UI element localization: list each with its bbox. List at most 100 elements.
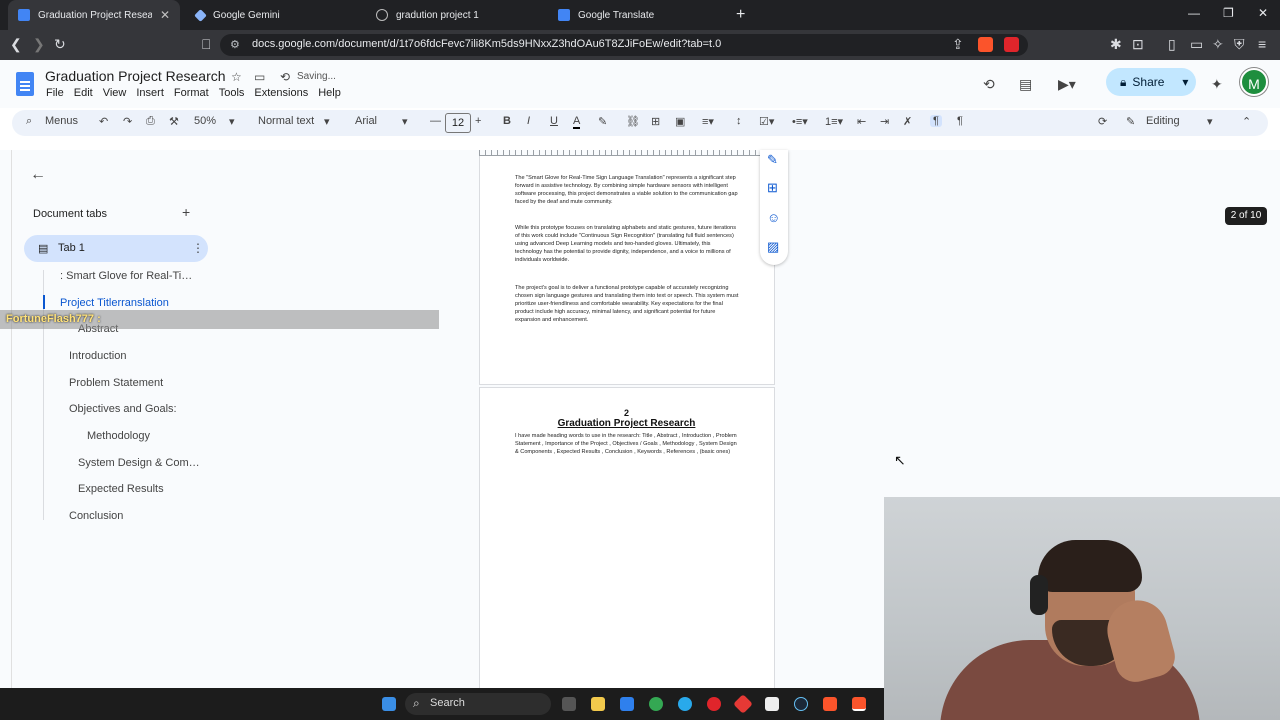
mode-select[interactable]: Editing bbox=[1146, 115, 1180, 127]
increase-font-icon[interactable]: + bbox=[475, 115, 481, 127]
chrome-icon[interactable] bbox=[649, 697, 663, 711]
move-folder-icon[interactable]: ▭ bbox=[254, 70, 265, 84]
highlight-icon[interactable]: ✎ bbox=[598, 115, 607, 128]
close-tab-icon[interactable]: ✕ bbox=[160, 8, 170, 22]
comments-icon[interactable]: ▤ bbox=[1019, 76, 1032, 93]
ltr-icon[interactable]: ¶ bbox=[930, 115, 942, 127]
emoji-reaction-icon[interactable]: ☺ bbox=[767, 210, 780, 225]
zoom-select[interactable]: 50% bbox=[194, 115, 216, 127]
menus-search[interactable]: Menus bbox=[45, 115, 78, 127]
outline-item[interactable]: Problem Statement bbox=[69, 377, 163, 389]
menu-extensions[interactable]: Extensions bbox=[254, 87, 308, 99]
menu-file[interactable]: File bbox=[46, 87, 64, 99]
document-title[interactable]: Graduation Project Research bbox=[45, 68, 226, 84]
forward-icon[interactable]: ❯ bbox=[33, 36, 45, 53]
outline-item[interactable]: Introduction bbox=[69, 350, 126, 362]
style-select[interactable]: Normal text bbox=[258, 115, 314, 127]
outline-item[interactable]: Conclusion bbox=[69, 510, 123, 522]
url-field[interactable]: ⚙ docs.google.com/document/d/1t7o6fdcFev… bbox=[220, 34, 1028, 56]
browser-tab-gemini[interactable]: Google Gemini bbox=[186, 0, 366, 30]
browser-tab-docs[interactable]: Graduation Project Research - Goo… ✕ bbox=[8, 0, 180, 30]
browser-menu-icon[interactable]: ≡ bbox=[1258, 36, 1266, 52]
version-history-icon[interactable]: ⟲ bbox=[983, 76, 995, 93]
align-icon[interactable]: ≡▾ bbox=[702, 115, 714, 128]
outlook-icon[interactable] bbox=[620, 697, 634, 711]
meet-icon[interactable]: ▶▾ bbox=[1058, 76, 1076, 93]
taskbar-search[interactable]: ⌕ Search bbox=[405, 693, 551, 715]
browser-tab-translate[interactable]: Google Translate bbox=[548, 0, 728, 30]
opera-icon[interactable] bbox=[707, 697, 721, 711]
bullet-list-icon[interactable]: •≡▾ bbox=[792, 115, 808, 128]
decrease-font-icon[interactable]: — bbox=[430, 115, 441, 127]
search-icon[interactable]: ⌕ bbox=[26, 115, 32, 128]
docs-logo-icon[interactable] bbox=[16, 72, 34, 96]
collapse-menu-icon[interactable]: ⌃ bbox=[1242, 115, 1251, 128]
paint-format-icon[interactable]: ⚒ bbox=[169, 115, 179, 128]
text-color-icon[interactable]: A bbox=[573, 115, 581, 129]
doc-tab-1[interactable]: ▤ Tab 1 ⋮ bbox=[24, 235, 208, 262]
chevron-down-icon[interactable]: ▾ bbox=[1182, 75, 1188, 89]
italic-icon[interactable]: I bbox=[527, 115, 530, 127]
avatar[interactable]: M bbox=[1240, 68, 1268, 96]
reload-icon[interactable]: ↻ bbox=[54, 36, 66, 53]
minimize-icon[interactable]: — bbox=[1188, 6, 1200, 20]
brave-shield-icon[interactable] bbox=[978, 37, 993, 52]
font-select[interactable]: Arial bbox=[355, 115, 377, 127]
spellcheck-icon[interactable]: ⟳ bbox=[1098, 115, 1107, 128]
increase-indent-icon[interactable]: ⇥ bbox=[880, 115, 889, 128]
file-explorer-icon[interactable] bbox=[591, 697, 605, 711]
menu-format[interactable]: Format bbox=[174, 87, 209, 99]
menu-help[interactable]: Help bbox=[318, 87, 341, 99]
restore-icon[interactable]: ❐ bbox=[1223, 6, 1234, 20]
image-icon[interactable]: ▣ bbox=[675, 115, 685, 128]
bookmark-icon[interactable]: ⎕ bbox=[202, 36, 210, 53]
menu-tools[interactable]: Tools bbox=[219, 87, 245, 99]
edit-icon[interactable]: ✎ bbox=[767, 152, 778, 168]
wallet-icon[interactable]: ▭ bbox=[1190, 36, 1203, 53]
star-icon[interactable]: ☆ bbox=[231, 70, 242, 84]
line-spacing-icon[interactable]: ↕ bbox=[736, 115, 742, 127]
anydesk-icon[interactable] bbox=[733, 694, 753, 714]
brave-rewards-icon[interactable] bbox=[1004, 37, 1019, 52]
more-options-icon[interactable]: ⋮ bbox=[192, 241, 204, 255]
share-page-icon[interactable]: ⇪ bbox=[952, 36, 964, 53]
link-icon[interactable]: ⛓ bbox=[626, 115, 640, 128]
new-tab-button[interactable]: + bbox=[736, 6, 745, 24]
outline-item[interactable]: Objectives and Goals: bbox=[69, 403, 177, 415]
document-page-1[interactable]: The "Smart Glove for Real-Time Sign Lang… bbox=[479, 156, 775, 385]
menu-edit[interactable]: Edit bbox=[74, 87, 93, 99]
decrease-indent-icon[interactable]: ⇤ bbox=[857, 115, 866, 128]
suggest-edits-icon[interactable]: ▨ bbox=[767, 239, 779, 255]
share-button[interactable]: 🔒︎ Share ▾ bbox=[1106, 68, 1196, 96]
site-info-icon[interactable]: ⚙ bbox=[230, 38, 240, 51]
document-page-2[interactable]: 2 Graduation Project Research I have mad… bbox=[479, 387, 775, 707]
outline-item[interactable]: Expected Results bbox=[78, 483, 164, 495]
task-view-icon[interactable] bbox=[562, 697, 576, 711]
font-size-input[interactable]: 12 bbox=[445, 113, 471, 133]
windows-start-icon[interactable] bbox=[382, 697, 396, 711]
back-arrow-icon[interactable]: ← bbox=[30, 166, 46, 184]
screenshot-icon[interactable]: ⊡ bbox=[1132, 36, 1144, 53]
gemini-icon[interactable]: ✦ bbox=[1211, 76, 1223, 93]
numbered-list-icon[interactable]: 1≡▾ bbox=[825, 115, 843, 128]
bold-icon[interactable]: B bbox=[503, 115, 511, 127]
sidebar-icon[interactable]: ▯ bbox=[1168, 36, 1176, 53]
leo-icon[interactable]: ✧ bbox=[1212, 36, 1224, 53]
print-icon[interactable]: ⎙ bbox=[146, 115, 155, 128]
checklist-icon[interactable]: ☑▾ bbox=[759, 115, 774, 128]
add-comment-icon[interactable]: ⊞ bbox=[767, 180, 778, 196]
rtl-icon[interactable]: ¶ bbox=[957, 115, 963, 127]
underline-icon[interactable]: U bbox=[550, 115, 558, 127]
redo-icon[interactable]: ↷ bbox=[123, 115, 132, 128]
outline-item[interactable]: Methodology bbox=[87, 430, 150, 442]
outline-item[interactable]: System Design & Com… bbox=[78, 457, 200, 469]
brave-icon[interactable] bbox=[823, 697, 837, 711]
extensions-icon[interactable]: ✱ bbox=[1110, 36, 1122, 53]
undo-icon[interactable]: ↶ bbox=[99, 115, 108, 128]
browser-tab-project[interactable]: gradution project 1 bbox=[366, 0, 546, 30]
brave-active-icon[interactable] bbox=[852, 697, 866, 711]
vpn-icon[interactable]: ⛨ bbox=[1234, 36, 1245, 53]
add-comment-icon[interactable]: ⊞ bbox=[651, 115, 660, 128]
menu-insert[interactable]: Insert bbox=[136, 87, 164, 99]
notion-icon[interactable] bbox=[765, 697, 779, 711]
